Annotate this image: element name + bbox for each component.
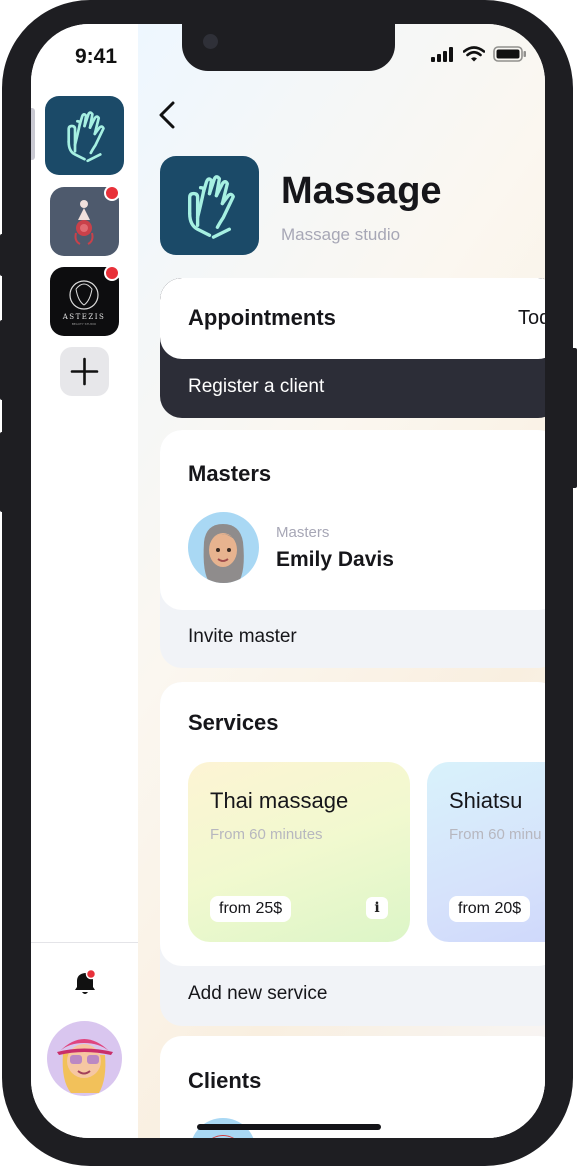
svg-text:BEAUTY STUDIO: BEAUTY STUDIO [72, 322, 97, 326]
masters-body: Masters Masters Emily Davis [160, 430, 545, 610]
clients-card: Clients [160, 1036, 545, 1138]
service-name: Thai massage [210, 788, 349, 813]
plus-icon [70, 357, 99, 386]
app-switcher-sidebar: ASTEZIS BEAUTY STUDIO [31, 24, 138, 1138]
massage-app-button[interactable] [45, 96, 124, 175]
info-icon[interactable]: i [366, 897, 388, 919]
rose-salon-notification-dot [104, 185, 120, 201]
sidebar-divider [31, 942, 138, 943]
svg-text:ASTEZIS: ASTEZIS [62, 313, 106, 321]
hands-icon [67, 111, 105, 163]
appointments-title: Appointments [188, 305, 336, 330]
masters-card: Masters Masters Emily Davis Invite maste… [160, 430, 545, 668]
service-duration: From 60 minutes [210, 826, 323, 843]
phone-screen: ASTEZIS BEAUTY STUDIO Massage Massage st… [31, 24, 545, 1138]
service-duration: From 60 minu [449, 826, 542, 843]
services-card: Services Thai massage From 60 minutes fr… [160, 682, 545, 1026]
user-avatar[interactable] [47, 1021, 122, 1096]
notch [182, 24, 395, 71]
notifications-button[interactable] [71, 968, 99, 998]
service-price-badge: from 25$ [210, 896, 292, 922]
phone-mockup: ASTEZIS BEAUTY STUDIO Massage Massage st… [0, 0, 577, 1166]
masters-title: Masters [188, 461, 272, 486]
cellular-signal-icon [431, 46, 453, 62]
astezis-notification-dot [104, 265, 120, 281]
master-item[interactable]: Masters Emily Davis [188, 512, 545, 584]
master-role: Masters [276, 524, 330, 541]
wifi-icon [463, 46, 485, 62]
appointments-header: Appointments Tod [160, 278, 545, 359]
service-name: Shiatsu [449, 788, 523, 813]
front-camera [203, 34, 218, 49]
clients-title: Clients [188, 1068, 262, 1093]
add-app-button[interactable] [60, 347, 109, 396]
master-name: Emily Davis [276, 548, 394, 571]
services-body: Services Thai massage From 60 minutes fr… [160, 682, 545, 966]
invite-master-button[interactable]: Invite master [188, 626, 297, 648]
appointments-card: Appointments Tod Register a client [160, 278, 545, 418]
memoji-avatar-icon [203, 524, 244, 583]
studio-logo [160, 156, 259, 255]
register-client-button[interactable]: Register a client [188, 376, 324, 398]
page-subtitle: Massage studio [281, 225, 401, 244]
battery-icon [493, 46, 526, 62]
status-icons [431, 46, 527, 62]
back-button[interactable] [156, 100, 180, 130]
master-avatar [188, 512, 259, 583]
memoji-avatar-icon [57, 1039, 113, 1093]
service-card-thai-massage[interactable]: Thai massage From 60 minutes from 25$ i [188, 762, 410, 942]
page-title: Massage [281, 170, 442, 212]
selected-indicator [31, 108, 35, 160]
home-indicator[interactable] [197, 1124, 381, 1130]
service-price-badge: from 20$ [449, 896, 531, 922]
hands-icon [188, 175, 235, 239]
chevron-left-icon [159, 101, 175, 129]
bell-icon [75, 968, 97, 994]
services-title: Services [188, 710, 279, 735]
status-time: 9:41 [75, 45, 118, 68]
add-service-button[interactable]: Add new service [188, 983, 327, 1005]
main-content: Massage Massage studio Appointments Tod … [138, 24, 545, 1138]
today-tab[interactable]: Tod [518, 307, 545, 330]
service-card-shiatsu[interactable]: Shiatsu From 60 minu from 20$ [427, 762, 545, 942]
